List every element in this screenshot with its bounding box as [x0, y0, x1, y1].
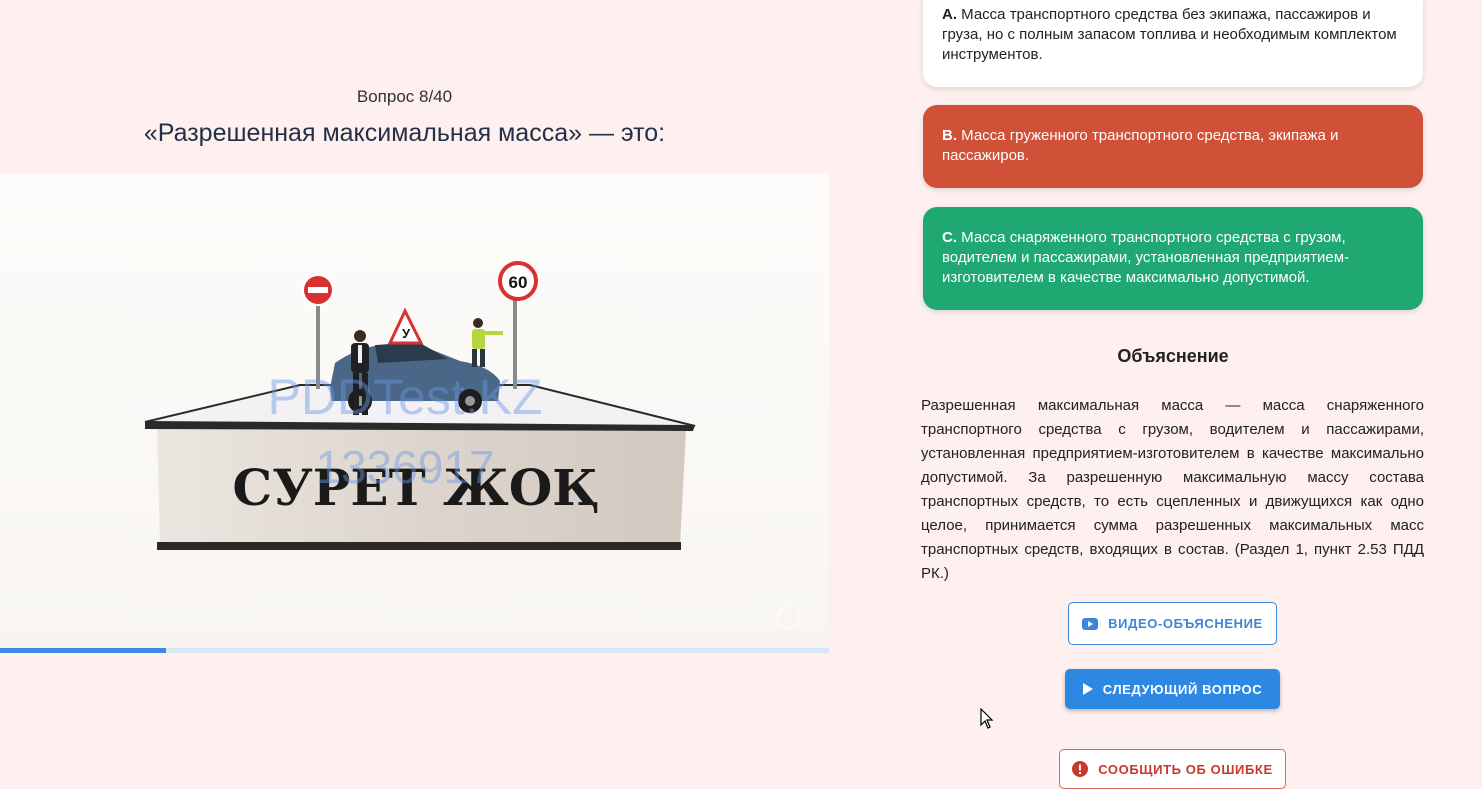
next-question-label: СЛЕДУЮЩИЙ ВОПРОС — [1102, 681, 1263, 697]
answer-option-a[interactable]: A. Масса транспортного средства без экип… — [923, 0, 1423, 87]
answer-letter-c: C. — [942, 229, 957, 246]
explanation-title: Объяснение — [1117, 346, 1229, 366]
question-counter: Вопрос 8/40 — [356, 87, 453, 106]
answer-option-c[interactable]: C. Масса снаряженного транспортного сред… — [923, 207, 1423, 310]
report-error-button[interactable]: СООБЩИТЬ ОБ ОШИБКЕ — [1059, 749, 1286, 789]
next-question-button[interactable]: СЛЕДУЮЩИЙ ВОПРОС — [1065, 669, 1280, 709]
answer-text-c: Масса снаряженного транспортного средств… — [942, 229, 1350, 286]
question-title: «Разрешенная максимальная масса» — это: — [143, 119, 666, 147]
learner-sign-letter: У — [402, 326, 411, 341]
youtube-icon — [1082, 617, 1099, 630]
question-progress-fill — [0, 648, 166, 653]
explanation-text: Разрешенная максимальная масса — масса с… — [921, 397, 1424, 582]
alert-circle-icon — [1072, 761, 1089, 777]
play-icon — [1082, 683, 1093, 695]
question-progress-bar — [0, 648, 829, 653]
answer-option-b[interactable]: B. Масса груженного транспортного средст… — [923, 105, 1423, 188]
video-explanation-label: ВИДЕО-ОБЪЯСНЕНИЕ — [1108, 616, 1263, 631]
no-image-illustration: СУРЕТ ЖОҚ 60 У PDDTest.KZ 1336917 — [0, 173, 829, 649]
mouse-cursor-icon — [980, 708, 994, 729]
watermark-site: PDDTest.KZ — [267, 369, 542, 425]
watermark-id: 1336917 — [315, 441, 494, 493]
answer-text-b: Масса груженного транспортного средства,… — [942, 127, 1339, 164]
video-explanation-button[interactable]: ВИДЕО-ОБЪЯСНЕНИЕ — [1068, 602, 1277, 645]
answer-letter-a: A. — [942, 6, 957, 23]
question-image: СУРЕТ ЖОҚ 60 У PDDTest.KZ 1336917 — [0, 173, 829, 649]
speed-limit-value: 60 — [509, 273, 528, 292]
answer-letter-b: B. — [942, 127, 957, 144]
report-error-label: СООБЩИТЬ ОБ ОШИБКЕ — [1098, 761, 1273, 777]
answer-text-a: Масса транспортного средства без экипажа… — [942, 6, 1397, 63]
